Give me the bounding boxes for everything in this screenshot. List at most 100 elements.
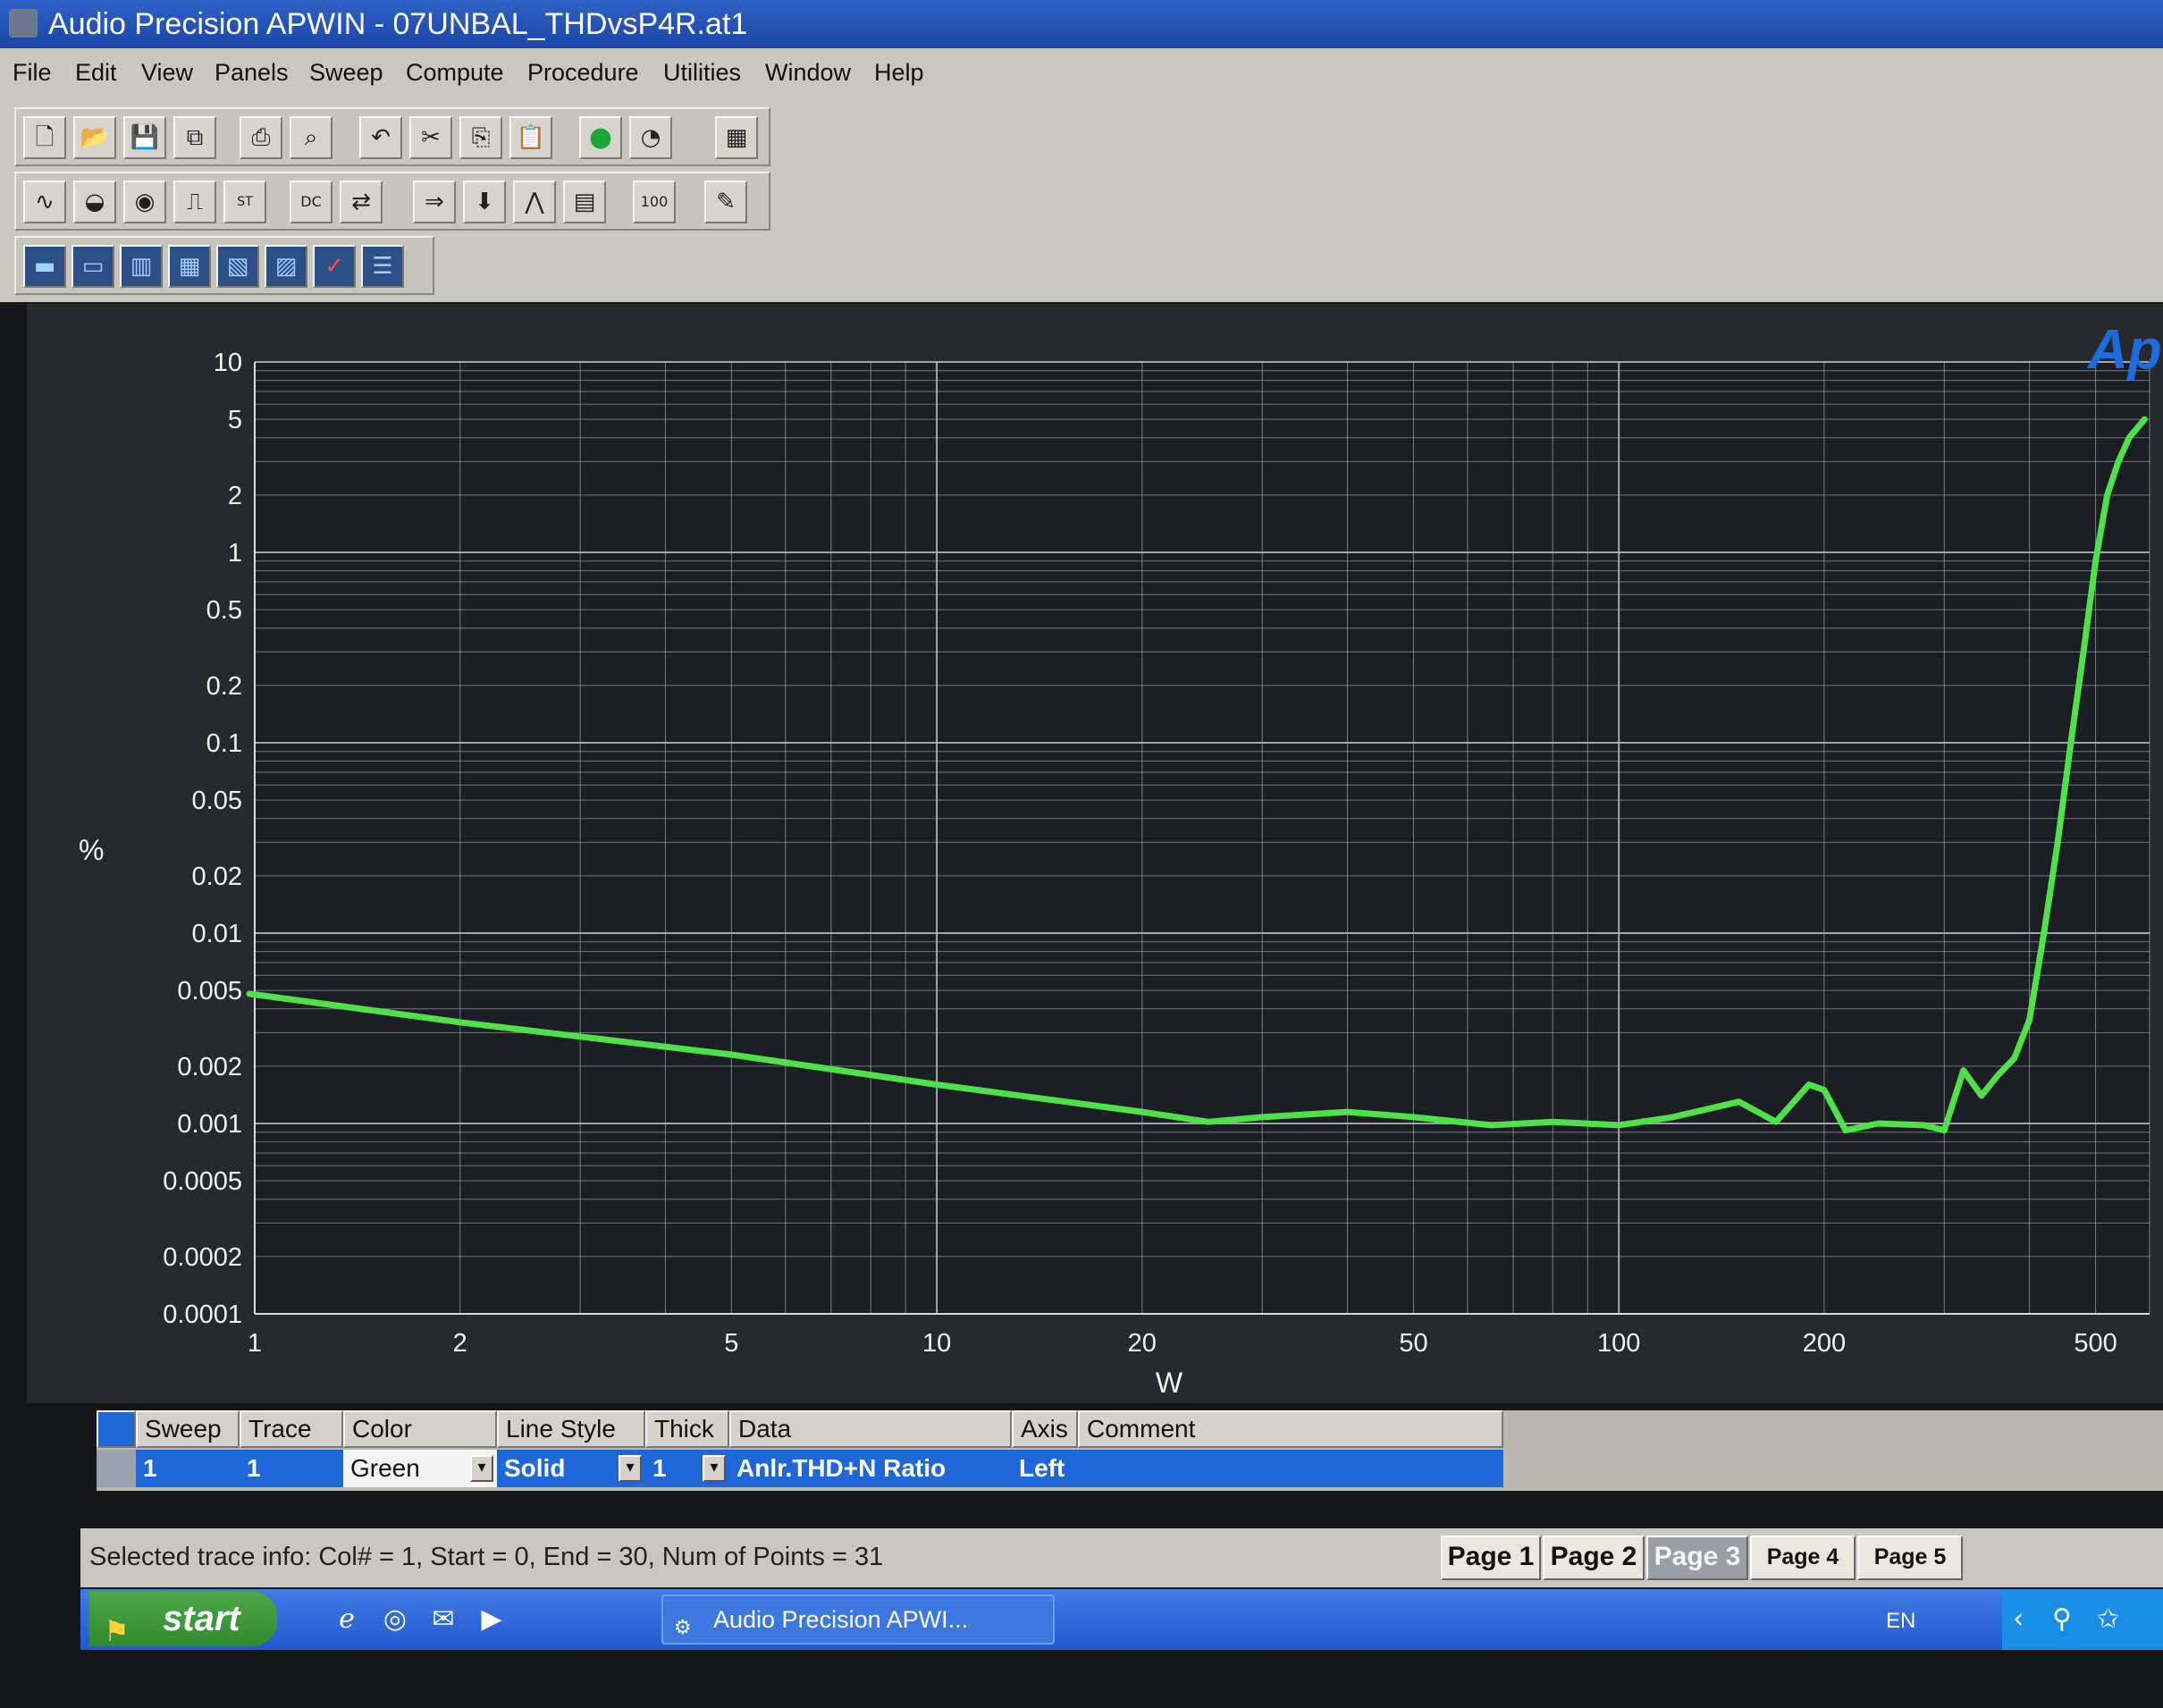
switcher-icon[interactable]: ⇄	[340, 181, 383, 223]
analog-generator-icon[interactable]: ∿	[23, 181, 66, 223]
print-icon[interactable]: ⎙	[240, 116, 282, 159]
y-tick-label: 0.0002	[163, 1243, 242, 1272]
y-tick-label: 0.001	[177, 1110, 242, 1139]
run-sweep-icon[interactable]: ⇒	[413, 181, 456, 223]
paste-icon[interactable]: 📋	[509, 116, 552, 159]
check-icon[interactable]: ✓	[313, 245, 356, 288]
menu-edit[interactable]: Edit	[75, 59, 117, 87]
cell-trace[interactable]: 1	[240, 1450, 343, 1487]
menu-panels[interactable]: Panels	[215, 59, 289, 87]
cell-axis[interactable]: Left	[1012, 1450, 1078, 1487]
stop-icon[interactable]: ◔	[629, 116, 672, 159]
cell-color-select[interactable]: Green ▾	[343, 1450, 497, 1487]
menu-help[interactable]: Help	[874, 59, 924, 87]
header-line-style[interactable]: Line Style	[497, 1410, 645, 1448]
panel-4-icon[interactable]: ▦	[168, 245, 211, 288]
tab-page-2[interactable]: Page 2	[1543, 1536, 1645, 1580]
start-button[interactable]: ⚑ start	[89, 1591, 277, 1648]
player-icon[interactable]: ▶	[474, 1602, 509, 1637]
panel-2-icon[interactable]: ▭	[72, 245, 114, 288]
y-tick-label: 0.2	[206, 672, 242, 701]
menu-utilities[interactable]: Utilities	[663, 59, 741, 87]
fft-icon[interactable]: ⋀	[513, 181, 556, 223]
x-axis-ticks: 1 2 5 10 20 50 100 200 500	[248, 1329, 2117, 1358]
panel-3-icon[interactable]: ▥	[120, 245, 163, 288]
y-axis-ticks: 10 5 2 1 0.5 0.2 0.1 0.05 0.02 0.01 0.005 0.002 0.00…	[163, 349, 242, 1329]
save-icon[interactable]: 💾	[123, 116, 166, 159]
tab-page-4[interactable]: Page 4	[1750, 1536, 1856, 1580]
trace-point	[1737, 1099, 1741, 1104]
graph-icon[interactable]: ▦	[715, 116, 758, 159]
panel-1-icon[interactable]: ▬	[23, 245, 66, 288]
menu-file[interactable]: File	[13, 59, 52, 87]
tab-page-3[interactable]: Page 3	[1646, 1536, 1748, 1580]
ap-app-icon: ⚙	[674, 1617, 692, 1639]
cut-icon[interactable]: ✂	[409, 116, 452, 159]
windows-flag-icon: ⚑	[104, 1614, 130, 1648]
down-arrow-icon[interactable]: ⬇	[463, 181, 506, 223]
trace-point	[1942, 1128, 1947, 1132]
tray-star-icon[interactable]: ✩	[2097, 1603, 2119, 1635]
cell-thick-select[interactable]: 1 ▾	[645, 1450, 729, 1487]
network-icon[interactable]: ⚲	[2052, 1603, 2072, 1635]
table-icon[interactable]: ▤	[563, 181, 606, 223]
outlook-icon[interactable]: ✉	[425, 1602, 461, 1637]
record-icon[interactable]: ●	[579, 116, 622, 159]
trace-point	[1411, 1115, 1416, 1119]
trace-point	[1140, 1110, 1144, 1115]
panel-list-icon[interactable]: ☰	[361, 245, 404, 288]
menu-window[interactable]: Window	[765, 59, 851, 87]
ie-icon[interactable]: ℯ	[329, 1602, 365, 1637]
chevron-down-icon[interactable]: ▾	[470, 1455, 493, 1482]
header-sweep[interactable]: Sweep	[136, 1410, 240, 1448]
header-trace[interactable]: Trace	[240, 1410, 343, 1448]
x-axis-unit: W	[1156, 1367, 1183, 1399]
cell-sweep[interactable]: 1	[136, 1450, 240, 1487]
header-comment[interactable]: Comment	[1078, 1410, 1503, 1448]
panel-6-icon[interactable]: ▨	[265, 245, 307, 288]
cell-comment[interactable]	[1078, 1450, 1503, 1487]
taskbar-app-button[interactable]: ⚙ Audio Precision APWI...	[661, 1594, 1055, 1645]
y-tick-label: 0.1	[206, 729, 242, 758]
chevron-down-icon[interactable]: ▾	[619, 1455, 642, 1482]
header-color[interactable]: Color	[343, 1410, 497, 1448]
menu-view[interactable]: View	[141, 59, 193, 87]
edit-icon[interactable]: ✎	[704, 181, 747, 223]
undo-icon[interactable]: ↶	[359, 116, 402, 159]
trace-point	[729, 1052, 734, 1056]
ap-logo: Ap	[2086, 319, 2162, 381]
cell-line-style-select[interactable]: Solid ▾	[497, 1450, 645, 1487]
save-all-icon[interactable]: ⧉	[173, 116, 216, 159]
new-file-icon[interactable]: 🗋	[23, 116, 66, 159]
open-folder-icon[interactable]: 📂	[73, 116, 116, 159]
tray-expand-icon[interactable]: ‹	[2013, 1603, 2024, 1635]
menu-procedure[interactable]: Procedure	[527, 59, 639, 87]
digital-io-icon[interactable]: ◉	[123, 181, 166, 223]
panel-5-icon[interactable]: ▧	[216, 245, 259, 288]
meter-100-icon[interactable]: 100	[633, 181, 676, 223]
menu-sweep[interactable]: Sweep	[309, 59, 383, 87]
trace-point	[2105, 492, 2109, 497]
thd-vs-power-graph[interactable]: 10 5 2 1 0.5 0.2 0.1 0.05 0.02 0.01 0.005 0.002 0.00…	[27, 304, 2163, 1403]
waveform-icon[interactable]: ⎍	[173, 181, 216, 223]
cell-data[interactable]: Anlr.THD+N Ratio	[729, 1450, 1012, 1487]
header-thick[interactable]: Thick	[645, 1410, 729, 1448]
tab-page-1[interactable]: Page 1	[1441, 1536, 1541, 1580]
language-indicator[interactable]: EN	[1886, 1609, 1915, 1634]
header-axis[interactable]: Axis	[1012, 1410, 1078, 1448]
tab-page-5[interactable]: Page 5	[1857, 1536, 1963, 1580]
header-data[interactable]: Data	[729, 1410, 1012, 1448]
print-preview-icon[interactable]: ⌕	[290, 116, 332, 159]
trace-point	[1617, 1123, 1621, 1127]
stat-bit-icon[interactable]: ST	[223, 181, 266, 223]
copy-icon[interactable]: ⎘	[459, 116, 502, 159]
media-icon[interactable]: ◎	[377, 1602, 413, 1637]
chevron-down-icon[interactable]: ▾	[703, 1455, 726, 1482]
selected-trace-info: Selected trace info: Col# = 1, Start = 0…	[89, 1543, 884, 1571]
trace-point	[248, 991, 251, 996]
dcx-icon[interactable]: DC	[290, 181, 332, 223]
analog-analyzer-icon[interactable]: ◒	[73, 181, 116, 223]
row-checkbox[interactable]	[97, 1450, 136, 1487]
select-all-cell[interactable]	[97, 1410, 136, 1448]
menu-compute[interactable]: Compute	[406, 59, 504, 87]
